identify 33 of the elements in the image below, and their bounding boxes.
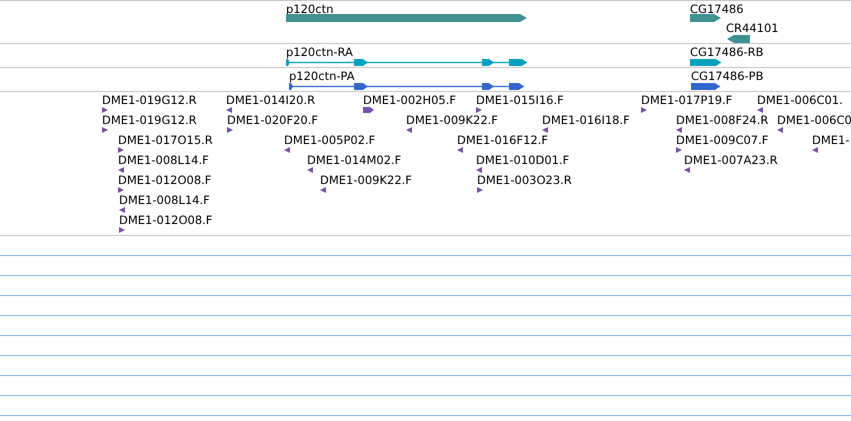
feature-label: DME1-017O15.R [118, 133, 213, 147]
feature-label: DME1-020F20.F [227, 113, 318, 127]
feature-label: DME1-009C07.F [676, 133, 768, 147]
feature-label: CG17486-PB [691, 69, 764, 83]
feature-label: DME1-006C0 [777, 113, 851, 127]
feature-label: DME1-008L14.F [118, 153, 209, 167]
feature-label: DME1-008L14.F [119, 193, 210, 207]
feature-label: DME1-015I16.F [476, 93, 564, 107]
feature-label: p120ctn [286, 2, 334, 16]
feature-label: CG17486-RB [690, 45, 764, 59]
feature-label: DME1-012O08.F [119, 213, 212, 227]
feature-label: CR44101 [726, 21, 779, 35]
feature-label: DME1-003O23.R [477, 173, 572, 187]
feature-label: DME1- [812, 133, 850, 147]
feature-label: DME1-009K22.F [320, 173, 412, 187]
feature-label: DME1-014I20.R [226, 93, 316, 107]
feature-label: DME1-019G12.R [102, 93, 197, 107]
feature-label: DME1-005P02.F [284, 133, 376, 147]
feature-label: DME1-002H05.F [363, 93, 456, 107]
feature-label: DME1-008F24.R [676, 113, 768, 127]
feature-label: DME1-019G12.R [102, 113, 197, 127]
feature-label: CG17486 [690, 2, 744, 16]
feature-label: DME1-009K22.F [406, 113, 498, 127]
feature-label: DME1-014M02.F [307, 153, 402, 167]
feature-label: DME1-016F12.F [457, 133, 548, 147]
feature-label: DME1-007A23.R [684, 153, 778, 167]
feature-label: DME1-016I18.F [542, 113, 630, 127]
feature-label: DME1-006C01. [757, 93, 843, 107]
feature-label: DME1-010D01.F [476, 153, 570, 167]
feature-label: DME1-012O08.F [118, 173, 212, 187]
feature-label: p120ctn-RA [286, 45, 353, 59]
feature-label: p120ctn-PA [289, 69, 355, 83]
feature-label: DME1-017P19.F [641, 93, 732, 107]
